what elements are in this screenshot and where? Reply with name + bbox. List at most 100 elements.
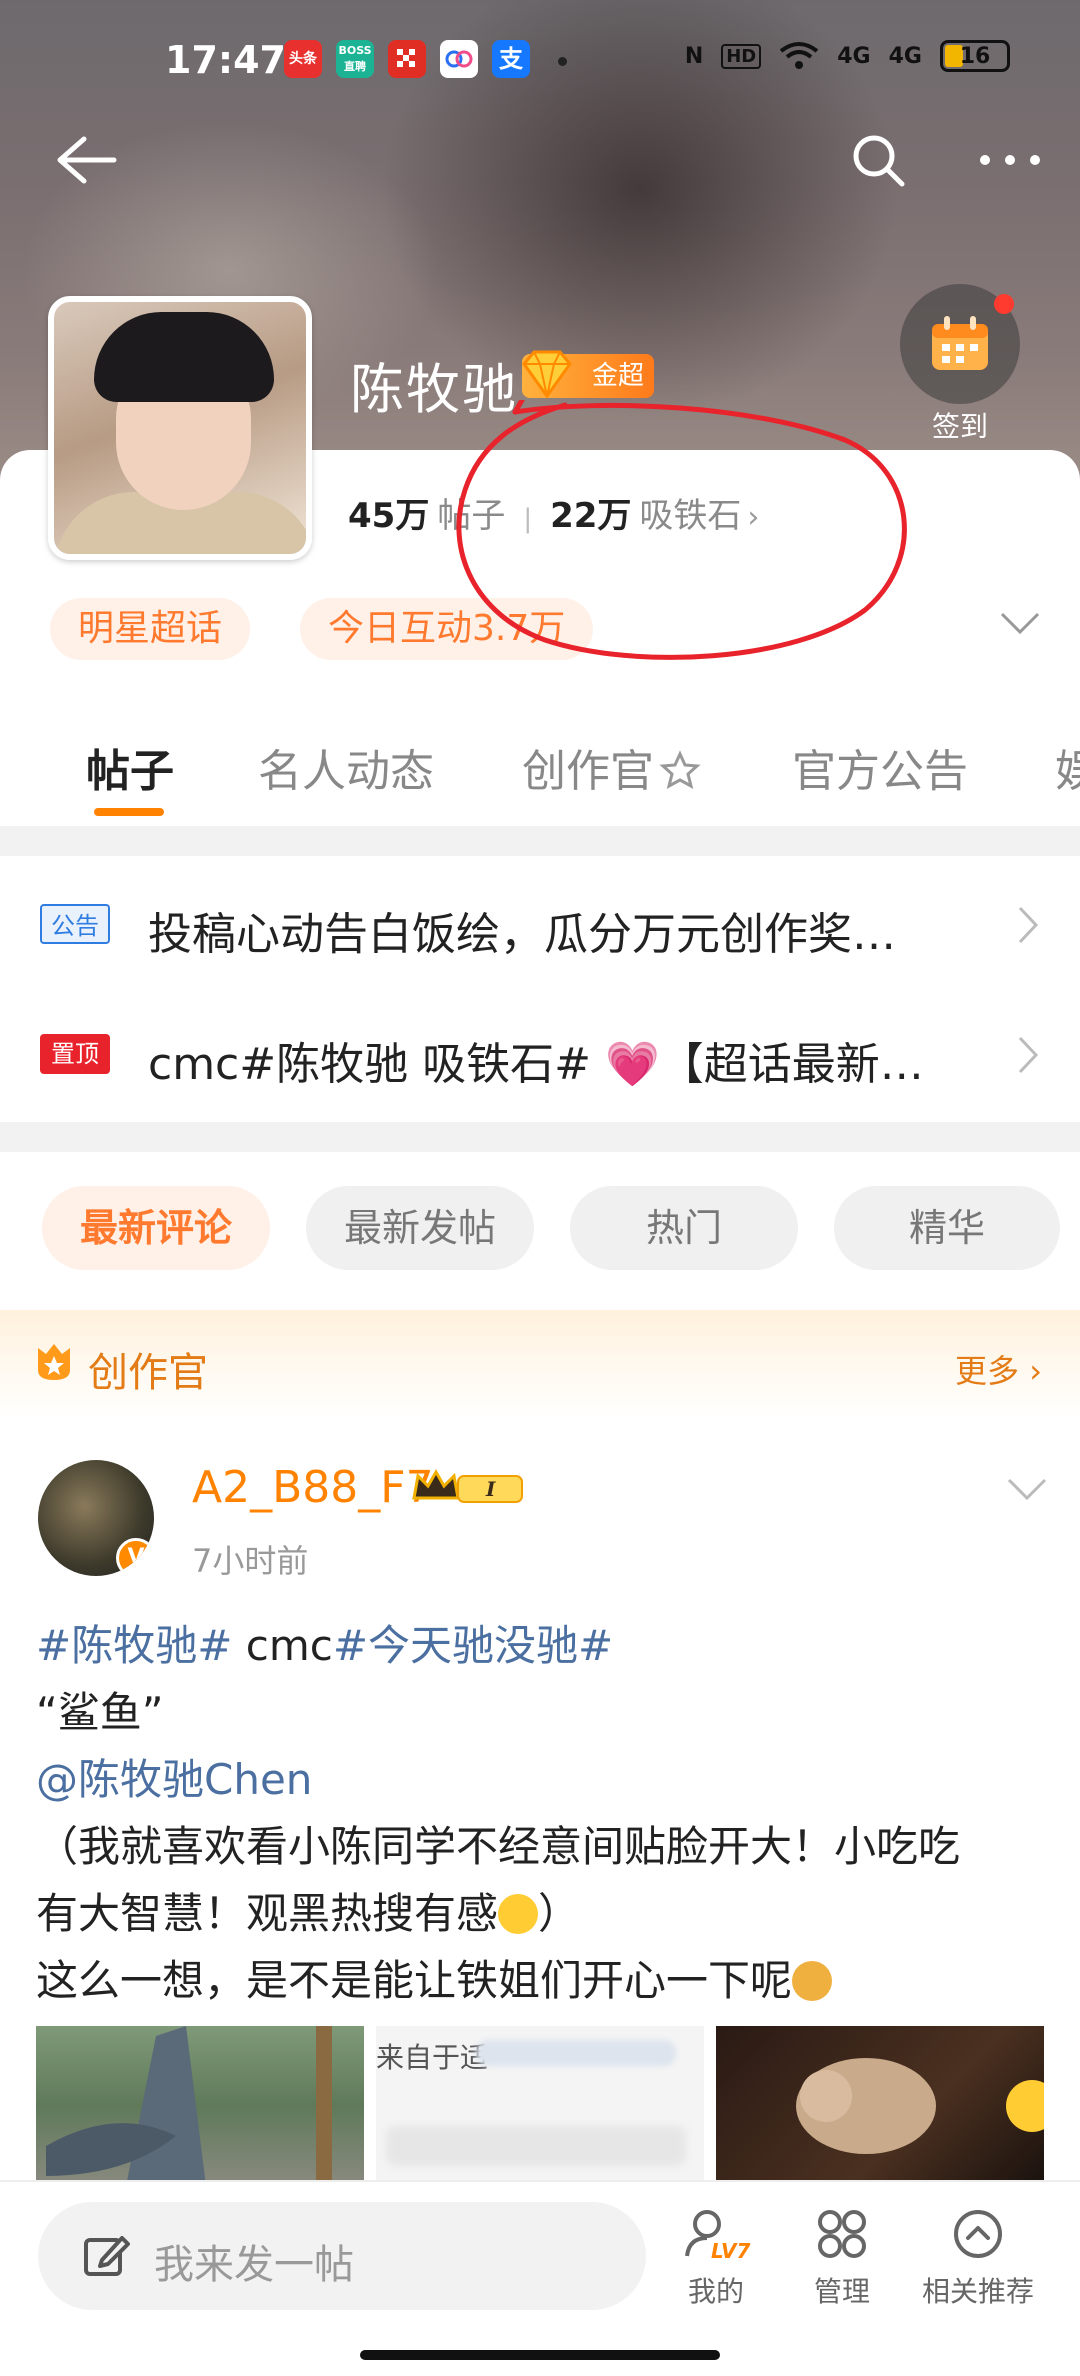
- chevron-up-circle-icon: [954, 2210, 1002, 2258]
- bottom-manage-label: 管理: [813, 2275, 870, 2308]
- creator-star-icon: [659, 750, 701, 789]
- post-image-1[interactable]: [36, 2026, 364, 2186]
- shark-statue-image: [46, 2026, 332, 2186]
- topic-tag-link[interactable]: #今天驰没驰#: [333, 1621, 613, 1670]
- notice-text: 投稿心动告白饭绘，瓜分万元创作奖…: [148, 909, 896, 960]
- stats-separator: |: [523, 504, 533, 534]
- grid-icon: [818, 2210, 866, 2258]
- filter-latest-comment[interactable]: 最新评论: [42, 1186, 270, 1270]
- chevron-right-icon: [1018, 1036, 1039, 1074]
- post-line-5: 有大智慧！观黑热搜有感 ）: [36, 1880, 1046, 1947]
- active-tab-indicator: [94, 808, 164, 816]
- filter-hot[interactable]: 热门: [570, 1186, 798, 1270]
- mention-link[interactable]: @陈牧驰Chen: [36, 1755, 312, 1804]
- app-icon-toutiao: 头条: [284, 40, 322, 78]
- section-divider: [0, 1122, 1080, 1152]
- post-text: （我就喜欢看小陈同学不经意间贴脸开大！小吃吃: [36, 1822, 961, 1871]
- gold-super-badge[interactable]: 金超: [522, 350, 654, 399]
- post-text: cmc: [232, 1621, 333, 1670]
- topic-tag-link[interactable]: #陈牧驰#: [36, 1621, 232, 1670]
- topic-tabs: 帖子 名人动态 创作官 官方公告 娱: [0, 700, 1080, 820]
- checkin-red-dot: [994, 294, 1014, 314]
- filter-latest-post[interactable]: 最新发帖: [306, 1186, 534, 1270]
- top-nav: [0, 120, 1080, 200]
- pinned-row[interactable]: 置顶 cmc#陈牧驰 吸铁石# 💗【超话最新…: [0, 990, 1080, 1120]
- chevron-right-icon: ›: [747, 500, 760, 535]
- compose-post-button[interactable]: 我来发一帖: [38, 2202, 646, 2310]
- bottom-my-button[interactable]: LV7 我的: [646, 2206, 786, 2310]
- fans-count: 22万: [550, 496, 632, 536]
- creator-section: 创作官 更多 ›: [0, 1310, 1080, 1420]
- chevron-down-icon: [1000, 612, 1040, 635]
- pinned-text: cmc#陈牧驰 吸铁石# 💗【超话最新…: [148, 1039, 924, 1090]
- posts-label: 帖子: [437, 496, 506, 536]
- posts-count: 45万: [348, 496, 430, 536]
- blurred-text-block: [386, 2126, 686, 2166]
- post-line-2: “鲨鱼”: [36, 1688, 164, 1737]
- calendar-icon: [932, 316, 988, 370]
- topic-name: 陈牧驰: [350, 358, 518, 421]
- creator-section-title: 创作官: [88, 1350, 208, 1396]
- chevron-right-icon: [1018, 906, 1039, 944]
- user-level-icon: LV7: [685, 2210, 750, 2263]
- notice-tag: 公告: [40, 904, 110, 944]
- topic-avatar[interactable]: [48, 296, 312, 560]
- post-image-3[interactable]: [716, 2026, 1044, 2186]
- more-label: 更多: [955, 1352, 1020, 1390]
- app-icon-alipay: 支: [492, 40, 530, 78]
- post-content: #陈牧驰# cmc#今天驰没驰# “鲨鱼” @陈牧驰Chen （我就喜欢看小陈同…: [36, 1612, 1046, 2014]
- level-badge-text: I: [485, 1477, 496, 1501]
- app-icon-pinduoduo: [388, 40, 426, 78]
- verified-icon: V: [116, 1538, 154, 1576]
- tab-posts[interactable]: 帖子: [86, 735, 174, 799]
- post-text: ）: [538, 1889, 581, 1938]
- tab-creator[interactable]: 创作官: [522, 735, 702, 799]
- nfc-icon: N: [684, 43, 704, 69]
- tab-celebrity-updates[interactable]: 名人动态: [258, 735, 434, 799]
- expand-button[interactable]: [998, 608, 1042, 642]
- badge-label: 金超: [591, 361, 644, 391]
- search-button[interactable]: [838, 120, 918, 200]
- filter-featured[interactable]: 精华: [834, 1186, 1060, 1270]
- tab-creator-label: 创作官: [522, 746, 654, 797]
- status-right: N HD 4G 4G 16: [685, 40, 1010, 72]
- bottom-related-label: 相关推荐: [921, 2275, 1034, 2308]
- image-caption-text: 来自于适: [376, 2041, 489, 2074]
- checkin-label: 签到: [931, 410, 988, 443]
- fans-label: 吸铁石: [639, 496, 742, 536]
- wifi-icon: [780, 42, 819, 69]
- post-author-name[interactable]: A2_B88_F7: [192, 1462, 434, 1513]
- checkin-button[interactable]: [900, 284, 1020, 404]
- tab-more-partial[interactable]: 娱: [1055, 735, 1080, 799]
- creator-more-link[interactable]: 更多 ›: [955, 1346, 1042, 1392]
- more-button[interactable]: [970, 120, 1050, 200]
- star-topic-chip[interactable]: 明星超话: [50, 598, 251, 660]
- status-notification-dot: [558, 57, 567, 66]
- app-icon-baidu-netdisk: [440, 40, 478, 78]
- app-icon-boss: BOSS直聘: [336, 40, 374, 78]
- status-bar: 17:47 头条 BOSS直聘 支 N HD 4G 4G 16: [0, 30, 1080, 90]
- post-image-2[interactable]: 来自于适: [376, 2026, 704, 2186]
- chevron-down-icon[interactable]: [1005, 1474, 1049, 1504]
- post-author-avatar[interactable]: V: [38, 1460, 154, 1576]
- daily-interaction-chip[interactable]: 今日互动3.7万: [300, 598, 594, 660]
- creator-badge-icon: [38, 1344, 70, 1380]
- home-indicator[interactable]: [360, 2350, 720, 2360]
- topic-stats[interactable]: 45万 帖子 | 22万 吸铁石 ›: [348, 488, 759, 537]
- back-arrow-icon: [57, 136, 117, 184]
- notice-row[interactable]: 公告 投稿心动告白饭绘，瓜分万元创作奖…: [0, 860, 1080, 990]
- bottom-manage-button[interactable]: 管理: [772, 2206, 912, 2310]
- back-button[interactable]: [46, 120, 126, 200]
- tab-official-notice[interactable]: 官方公告: [792, 735, 968, 799]
- bottom-related-button[interactable]: 相关推荐: [908, 2206, 1048, 2310]
- post-time: 7小时前: [192, 1542, 309, 1580]
- battery-level: 16: [959, 44, 991, 69]
- more-dots-icon: [980, 155, 1040, 165]
- crown-level-icon: I: [412, 1468, 523, 1503]
- emoji-icon: [498, 1894, 539, 1934]
- animal-image: [796, 2058, 1044, 2154]
- compose-placeholder: 我来发一帖: [154, 2242, 354, 2288]
- blurred-text-block: [476, 2040, 676, 2066]
- avatar-hair: [94, 312, 274, 402]
- hd-icon: HD: [721, 43, 762, 69]
